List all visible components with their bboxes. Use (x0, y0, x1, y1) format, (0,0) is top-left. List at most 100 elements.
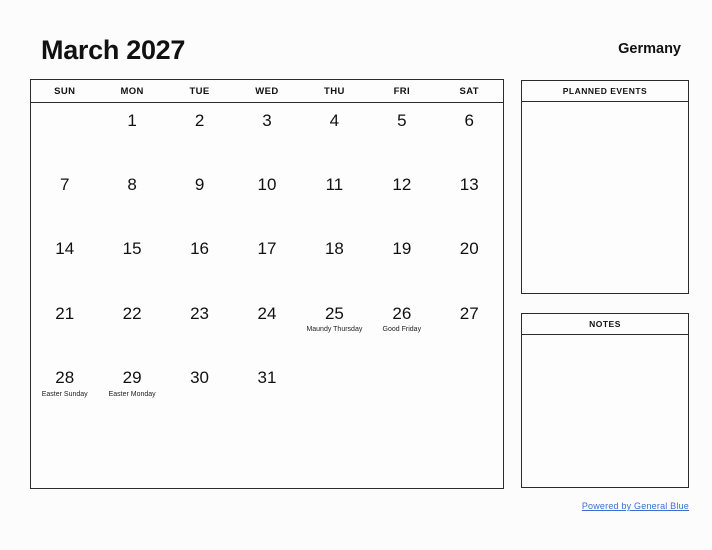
day-number: 9 (194, 175, 205, 195)
day-cell[interactable]: 17 (233, 231, 300, 295)
day-cell[interactable]: 10 (233, 167, 300, 231)
day-cell[interactable]: 18 (301, 231, 368, 295)
calendar-grid: SUN MON TUE WED THU FRI SAT 1 2 3 4 5 6 … (30, 79, 504, 489)
day-number: 19 (392, 239, 412, 259)
day-cell[interactable]: 25 Maundy Thursday (301, 296, 368, 360)
day-cell[interactable] (98, 424, 165, 488)
day-cell[interactable]: 19 (368, 231, 435, 295)
day-cell[interactable]: 26 Good Friday (368, 296, 435, 360)
day-number: 30 (190, 367, 210, 387)
calendar-week-row (31, 424, 503, 488)
day-cell[interactable]: 8 (98, 167, 165, 231)
day-cell[interactable]: 28 Easter Sunday (31, 360, 98, 424)
day-number: 11 (325, 175, 344, 195)
day-cell[interactable]: 1 (98, 103, 165, 167)
day-number: 28 (55, 367, 75, 387)
weekday-header-fri: FRI (393, 85, 411, 97)
day-number: 29 (122, 367, 142, 387)
day-events: Good Friday (368, 325, 435, 335)
day-cell[interactable]: 7 (31, 167, 98, 231)
day-cell[interactable]: 31 (233, 360, 300, 424)
calendar-week-row: 7 8 9 10 11 12 13 (31, 167, 503, 231)
day-cell[interactable] (368, 424, 435, 488)
day-cell[interactable]: 5 (368, 103, 435, 167)
day-cell[interactable] (31, 103, 98, 167)
day-cell[interactable] (368, 360, 435, 424)
day-cell[interactable]: 13 (436, 167, 503, 231)
calendar-weeks: 1 2 3 4 5 6 7 8 9 10 11 12 13 14 15 16 1… (31, 103, 503, 488)
day-events: Easter Monday (98, 390, 165, 400)
planned-events-body[interactable] (522, 102, 688, 293)
day-cell[interactable]: 22 (98, 296, 165, 360)
weekday-header-tue: TUE (189, 85, 210, 97)
day-cell[interactable] (436, 360, 503, 424)
day-cell[interactable] (31, 424, 98, 488)
notes-panel: NOTES (521, 313, 689, 488)
day-number: 12 (392, 175, 412, 195)
holiday-label: Easter Monday (108, 390, 156, 398)
day-number: 3 (262, 111, 272, 130)
weekday-header-thu: THU (324, 85, 345, 97)
day-cell[interactable]: 11 (301, 167, 368, 231)
day-number: 25 (324, 303, 344, 323)
calendar-week-row: 28 Easter Sunday 29 Easter Monday 30 31 (31, 360, 503, 424)
day-number: 6 (464, 111, 474, 130)
day-number: 10 (257, 175, 277, 195)
planned-events-panel: PLANNED EVENTS (521, 80, 689, 294)
day-number: 14 (55, 239, 75, 259)
day-number: 22 (122, 303, 142, 323)
footer: Powered by General Blue (0, 496, 712, 514)
day-cell[interactable]: 15 (98, 231, 165, 295)
day-cell[interactable]: 24 (233, 296, 300, 360)
day-events: Easter Sunday (31, 390, 98, 400)
notes-title: NOTES (522, 314, 688, 335)
day-number: 2 (194, 111, 205, 130)
day-number: 27 (459, 303, 479, 323)
day-events: Maundy Thursday (301, 325, 368, 335)
weekday-header-sun: SUN (54, 85, 76, 97)
page-title: March 2027 (41, 34, 186, 65)
day-number: 31 (257, 367, 277, 387)
weekday-header-mon: MON (120, 85, 144, 97)
day-number: 1 (127, 111, 137, 130)
calendar-week-row: 21 22 23 24 25 Maundy Thursday 26 Good F… (31, 296, 503, 360)
day-cell[interactable]: 2 (166, 103, 233, 167)
day-number: 26 (392, 303, 412, 323)
day-cell[interactable]: 21 (31, 296, 98, 360)
planned-events-title: PLANNED EVENTS (522, 81, 688, 102)
powered-by-link[interactable]: Powered by General Blue (582, 501, 689, 511)
day-cell[interactable]: 14 (31, 231, 98, 295)
day-cell[interactable]: 3 (233, 103, 300, 167)
weekday-header-sat: SAT (459, 85, 479, 97)
holiday-label: Maundy Thursday (306, 326, 363, 334)
day-cell[interactable] (436, 424, 503, 488)
day-cell[interactable]: 23 (166, 296, 233, 360)
day-number: 21 (55, 303, 75, 323)
day-cell[interactable] (301, 424, 368, 488)
country-label: Germany (618, 40, 681, 57)
day-number: 15 (122, 239, 142, 259)
day-cell[interactable]: 20 (436, 231, 503, 295)
day-number: 4 (329, 111, 340, 130)
day-cell[interactable]: 12 (368, 167, 435, 231)
day-cell[interactable]: 4 (301, 103, 368, 167)
holiday-label: Easter Sunday (41, 390, 88, 398)
weekday-header-row: SUN MON TUE WED THU FRI SAT (31, 80, 503, 103)
day-cell[interactable]: 9 (166, 167, 233, 231)
day-cell[interactable] (233, 424, 300, 488)
day-number: 23 (190, 303, 210, 323)
day-cell[interactable] (166, 424, 233, 488)
day-cell[interactable]: 16 (166, 231, 233, 295)
day-cell[interactable]: 27 (436, 296, 503, 360)
day-cell[interactable]: 30 (166, 360, 233, 424)
day-number: 5 (397, 111, 407, 130)
page-header: March 2027 Germany (0, 28, 712, 72)
day-cell[interactable] (301, 360, 368, 424)
day-cell[interactable]: 6 (436, 103, 503, 167)
day-cell[interactable]: 29 Easter Monday (98, 360, 165, 424)
day-number: 17 (257, 239, 277, 259)
notes-body[interactable] (522, 335, 688, 487)
day-number: 7 (59, 175, 70, 195)
day-number: 16 (190, 239, 210, 259)
day-number: 24 (257, 303, 277, 323)
